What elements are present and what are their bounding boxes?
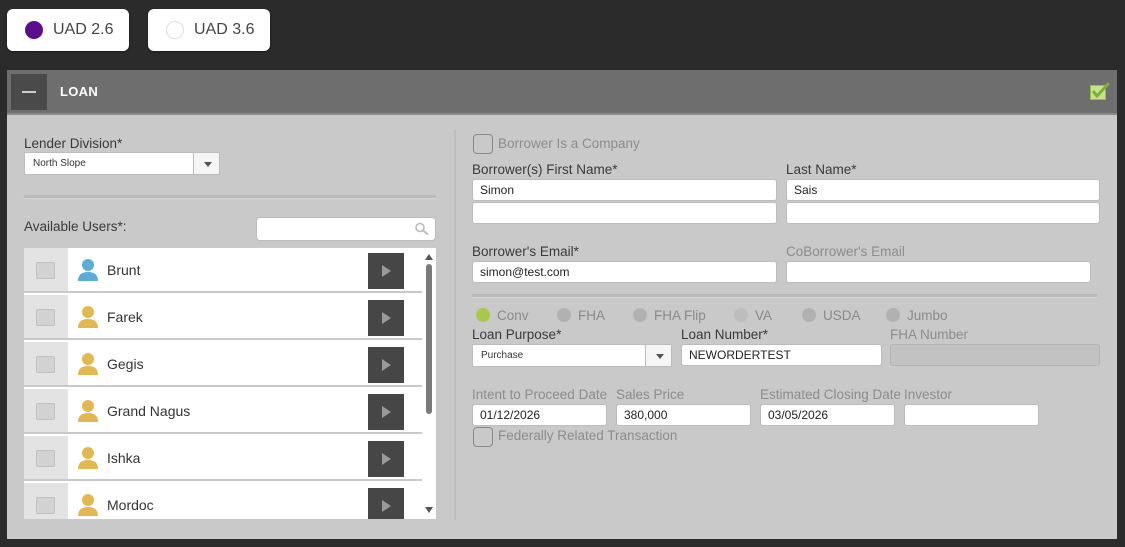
radio-unselected-icon — [166, 21, 184, 39]
user-row[interactable]: Grand Nagus — [24, 389, 422, 434]
scroll-up-icon[interactable] — [425, 254, 433, 260]
user-icon — [78, 447, 98, 469]
fha-number-label: FHA Number — [890, 327, 969, 342]
borrower-email-field[interactable]: simon@test.com — [472, 261, 777, 283]
user-name: Farek — [107, 309, 143, 325]
add-user-button[interactable] — [368, 347, 404, 383]
radio-conv[interactable] — [476, 308, 490, 322]
user-checkbox[interactable] — [36, 403, 55, 420]
user-list-scrollbar[interactable] — [422, 248, 436, 519]
user-icon — [78, 400, 98, 422]
loan-purpose-value: Purchase — [481, 350, 524, 361]
user-name: Ishka — [107, 450, 141, 466]
user-checkbox[interactable] — [36, 262, 55, 279]
available-users-list[interactable]: Brunt Farek Gegis Grand Nagus Ishka Mord… — [24, 248, 436, 519]
uad-2-6-label: UAD 2.6 — [53, 21, 114, 38]
loan-type-usda-label: USDA — [823, 308, 861, 323]
chevron-down-icon — [645, 345, 671, 366]
available-users-label: Available Users*: — [24, 219, 127, 234]
investor-label: Investor — [904, 387, 953, 402]
user-search-input[interactable] — [256, 217, 436, 241]
fha-number-field[interactable] — [890, 344, 1100, 366]
user-row[interactable]: Mordoc — [24, 483, 422, 519]
search-icon — [415, 222, 429, 236]
uad-3-6-option[interactable]: UAD 3.6 — [148, 9, 270, 51]
loan-purpose-label: Loan Purpose* — [472, 327, 562, 342]
federally-related-label: Federally Related Transaction — [498, 428, 678, 443]
user-icon — [78, 353, 98, 375]
scroll-thumb[interactable] — [426, 264, 432, 414]
lender-division-value: North Slope — [33, 158, 86, 169]
user-row[interactable]: Brunt — [24, 248, 422, 293]
uad-3-6-label: UAD 3.6 — [194, 21, 255, 38]
coborrower-email-label: CoBorrower's Email — [786, 244, 905, 259]
section-complete-check-icon — [1090, 82, 1110, 100]
lender-division-label: Lender Division* — [24, 136, 123, 151]
radio-fha-flip[interactable] — [633, 308, 647, 322]
first-name-field[interactable]: Simon — [472, 179, 777, 201]
investor-field[interactable] — [904, 404, 1039, 426]
loan-type-conv-label: Conv — [497, 308, 529, 323]
user-row[interactable]: Ishka — [24, 436, 422, 481]
radio-usda[interactable] — [802, 308, 816, 322]
first-name-2-field[interactable] — [472, 202, 777, 224]
user-checkbox[interactable] — [36, 309, 55, 326]
user-icon — [78, 494, 98, 516]
borrower-company-checkbox[interactable] — [473, 134, 493, 154]
user-name: Mordoc — [107, 497, 154, 513]
radio-selected-icon — [25, 21, 43, 39]
loan-type-fha-label: FHA — [578, 308, 605, 323]
loan-purpose-select[interactable]: Purchase — [472, 344, 672, 367]
uad-2-6-option[interactable]: UAD 2.6 — [7, 9, 129, 51]
user-name: Grand Nagus — [107, 403, 191, 419]
loan-panel-header: LOAN — [7, 70, 1117, 115]
divider — [472, 294, 1097, 297]
scroll-down-icon[interactable] — [425, 507, 433, 513]
sales-price-label: Sales Price — [616, 387, 685, 402]
add-user-button[interactable] — [368, 253, 404, 289]
divider — [24, 195, 436, 198]
chevron-down-icon — [193, 153, 219, 174]
coborrower-email-field[interactable] — [786, 261, 1091, 283]
lender-division-select[interactable]: North Slope — [24, 152, 220, 175]
add-user-button[interactable] — [368, 300, 404, 336]
add-user-button[interactable] — [368, 488, 404, 519]
column-divider — [454, 130, 456, 520]
first-name-label: Borrower(s) First Name* — [472, 162, 618, 177]
borrower-company-label: Borrower Is a Company — [498, 136, 640, 151]
user-checkbox[interactable] — [36, 356, 55, 373]
loan-type-va-label: VA — [755, 308, 773, 323]
loan-panel: LOAN Lender Division* North Slope Availa… — [7, 70, 1117, 539]
radio-va[interactable] — [734, 308, 748, 322]
loan-type-jumbo-label: Jumbo — [907, 308, 948, 323]
user-row[interactable]: Farek — [24, 295, 422, 340]
loan-number-label: Loan Number* — [681, 327, 769, 342]
last-name-label: Last Name* — [786, 162, 857, 177]
add-user-button[interactable] — [368, 441, 404, 477]
user-icon — [78, 306, 98, 328]
collapse-button[interactable] — [11, 73, 47, 110]
loan-type-fha-flip-label: FHA Flip — [654, 308, 706, 323]
last-name-2-field[interactable] — [786, 202, 1100, 224]
loan-number-field[interactable]: NEWORDERTEST — [681, 344, 882, 366]
panel-title: LOAN — [60, 84, 99, 99]
user-checkbox[interactable] — [36, 450, 55, 467]
user-name: Gegis — [107, 356, 144, 372]
sales-price-field[interactable]: 380,000 — [616, 404, 751, 426]
user-checkbox[interactable] — [36, 497, 55, 514]
intent-date-field[interactable]: 01/12/2026 — [472, 404, 607, 426]
add-user-button[interactable] — [368, 394, 404, 430]
closing-date-field[interactable]: 03/05/2026 — [760, 404, 895, 426]
user-row[interactable]: Gegis — [24, 342, 422, 387]
user-icon — [78, 259, 98, 281]
user-name: Brunt — [107, 262, 141, 278]
radio-jumbo[interactable] — [886, 308, 900, 322]
closing-date-label: Estimated Closing Date — [760, 387, 902, 402]
last-name-field[interactable]: Sais — [786, 179, 1100, 201]
borrower-email-label: Borrower's Email* — [472, 244, 579, 259]
federally-related-checkbox[interactable] — [473, 427, 493, 447]
radio-fha[interactable] — [557, 308, 571, 322]
intent-date-label: Intent to Proceed Date — [472, 387, 608, 402]
